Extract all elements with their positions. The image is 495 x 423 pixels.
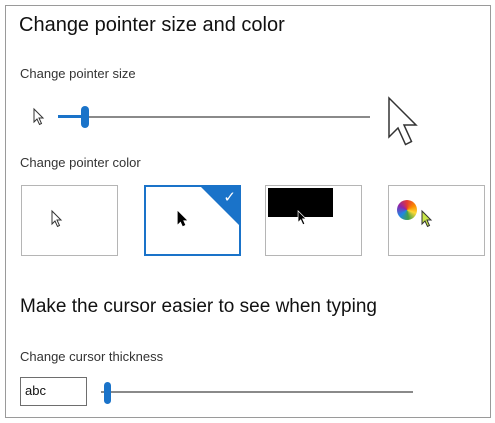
large-pointer-icon — [388, 96, 418, 146]
cursor-preview-box: abc — [20, 377, 87, 406]
cursor-thickness-label: Change cursor thickness — [20, 349, 164, 364]
color-wheel-pointer-icon — [421, 209, 433, 228]
checkmark-icon: ✓ — [223, 189, 236, 206]
pointer-color-custom[interactable] — [388, 185, 485, 256]
slider-track — [101, 391, 413, 393]
pointer-color-label: Change pointer color — [20, 155, 141, 170]
white-pointer-icon — [51, 209, 63, 228]
pointer-color-inverted[interactable] — [265, 185, 362, 256]
pointer-color-black[interactable]: ✓ — [144, 185, 241, 256]
pointer-size-slider[interactable] — [58, 104, 372, 130]
pointer-section-title: Change pointer size and color — [19, 14, 285, 36]
cursor-thickness-slider[interactable] — [101, 380, 414, 406]
cursor-section-title: Make the cursor easier to see when typin… — [20, 296, 377, 317]
color-wheel-icon — [397, 200, 417, 220]
pointer-size-label: Change pointer size — [20, 66, 136, 81]
black-pointer-icon — [177, 210, 188, 227]
slider-thumb[interactable] — [104, 382, 111, 404]
inverted-pointer-icon — [297, 210, 307, 226]
small-pointer-icon — [33, 107, 45, 126]
pointer-color-white[interactable] — [21, 185, 118, 256]
slider-thumb[interactable] — [81, 106, 89, 128]
slider-track — [58, 116, 370, 118]
